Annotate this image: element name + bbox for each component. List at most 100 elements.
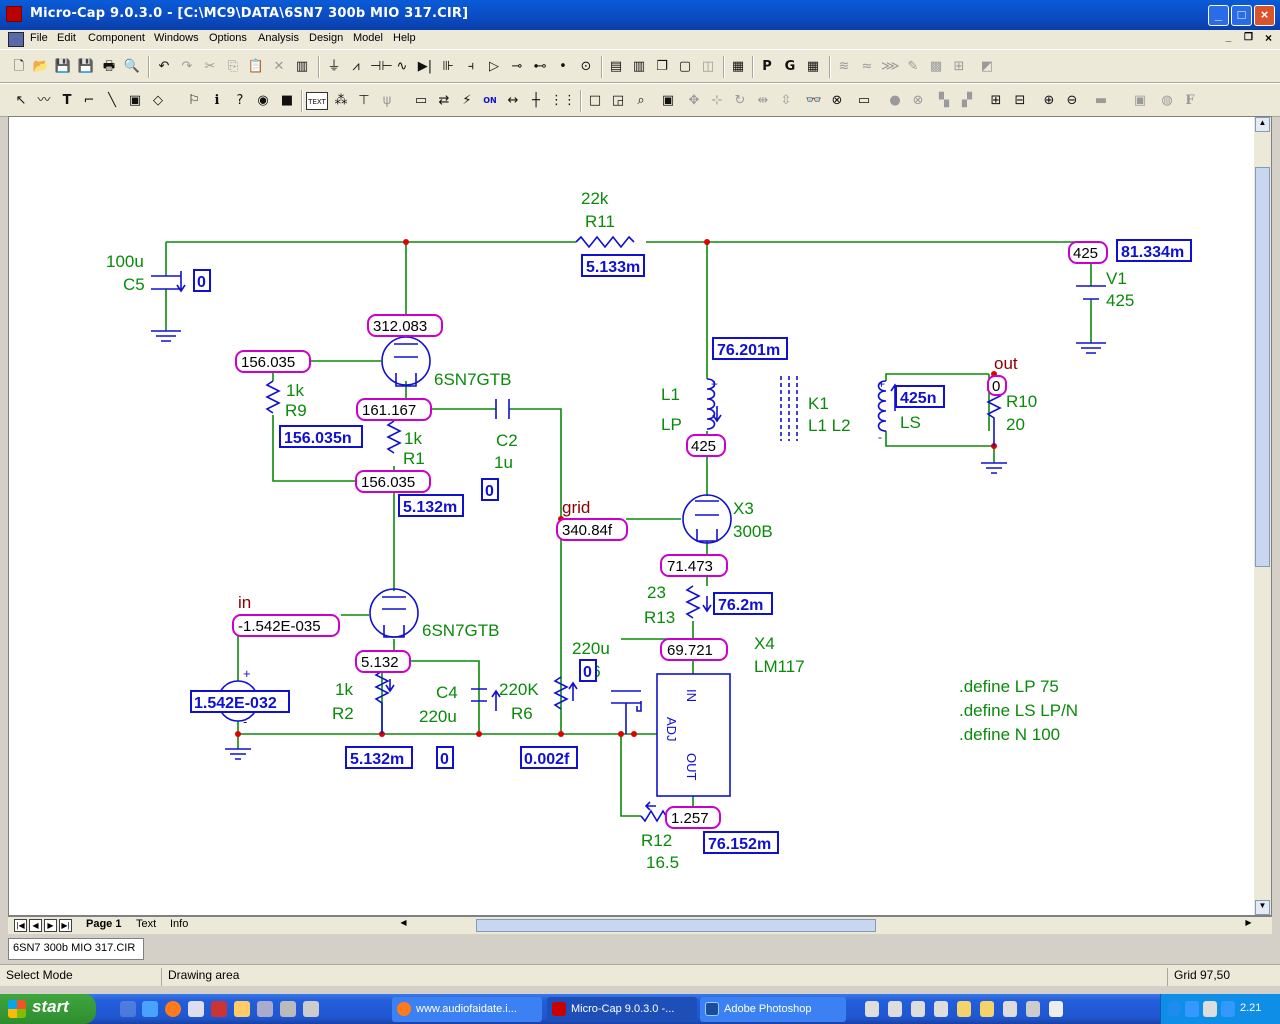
bus-icon[interactable]: ▣ xyxy=(126,92,144,110)
scroll-right-icon[interactable]: ▶ xyxy=(1241,918,1256,933)
print-icon[interactable]: 🖶 xyxy=(100,58,118,76)
menu-file[interactable]: File xyxy=(30,32,48,44)
menu-analysis[interactable]: Analysis xyxy=(258,32,299,44)
globe-icon[interactable]: ◍ xyxy=(1158,92,1176,110)
horizontal-scroll-thumb[interactable] xyxy=(476,919,876,932)
redo-icon[interactable]: ↷ xyxy=(178,58,196,76)
zoom-out-icon[interactable]: ⊖ xyxy=(1063,92,1081,110)
task-firefox[interactable]: www.audiofaidate.i... xyxy=(392,997,542,1022)
cancel-circle-icon[interactable]: ⊗ xyxy=(909,92,927,110)
split-icon[interactable]: ◫ xyxy=(699,58,717,76)
switch-icon[interactable]: ⊸ xyxy=(508,58,526,76)
close-button[interactable]: × xyxy=(1254,5,1275,26)
tile-v-icon[interactable]: ▥ xyxy=(630,58,648,76)
schematic[interactable]: 22k R11 100u C5 V1 425 6SN7GTB 6SN7GTB 1… xyxy=(9,117,1255,915)
first-page-icon[interactable]: |◀ xyxy=(14,919,27,932)
rotate-icon[interactable]: ↻ xyxy=(731,92,749,110)
media-icon[interactable] xyxy=(188,1001,204,1017)
dots-grid-icon[interactable]: ⋮⋮ xyxy=(550,92,576,110)
paste-icon[interactable]: 📋 xyxy=(247,58,265,76)
tile-h-icon[interactable]: ▤ xyxy=(607,58,625,76)
calc-icon[interactable]: ▦ xyxy=(729,58,747,76)
drive2-icon[interactable] xyxy=(888,1001,902,1017)
clear-icon[interactable]: ▥ xyxy=(293,58,311,76)
drive5-icon[interactable] xyxy=(1003,1001,1017,1017)
menu-options[interactable]: Options xyxy=(209,32,247,44)
next-page-icon[interactable]: ▶ xyxy=(44,919,57,932)
remove-page-icon[interactable]: ⊟ xyxy=(1011,92,1029,110)
ground-icon[interactable]: ⏚ xyxy=(325,58,343,76)
help-cursor-icon[interactable]: ? xyxy=(231,92,249,110)
cross-icon[interactable]: ┼ xyxy=(527,92,545,110)
npn-icon[interactable]: ⫞ xyxy=(462,58,480,76)
rectangle-icon[interactable]: □ xyxy=(586,92,604,110)
menu-component[interactable]: Component xyxy=(88,32,145,44)
task-photoshop[interactable]: Adobe Photoshop xyxy=(700,997,846,1022)
drawing-area[interactable]: 22k R11 100u C5 V1 425 6SN7GTB 6SN7GTB 1… xyxy=(8,116,1272,916)
tab-info[interactable]: Info xyxy=(170,918,188,930)
vertical-scroll-thumb[interactable] xyxy=(1255,167,1270,567)
save-icon[interactable]: 💾 xyxy=(54,58,72,76)
info-circle-icon[interactable]: ● xyxy=(886,92,904,110)
scope-icon[interactable]: ⊞ xyxy=(950,58,968,76)
child-minimize-button[interactable]: _ xyxy=(1220,31,1237,47)
drive3-icon[interactable] xyxy=(911,1001,925,1017)
flip-v-icon[interactable]: ⇳ xyxy=(777,92,795,110)
graph-icon[interactable]: ◩ xyxy=(978,58,996,76)
menu-help[interactable]: Help xyxy=(393,32,416,44)
scroll-down-icon[interactable]: ▼ xyxy=(1255,900,1270,915)
app4-icon[interactable] xyxy=(303,1001,319,1017)
probe-icon[interactable]: ⊙ xyxy=(577,58,595,76)
text-tool-icon[interactable]: T xyxy=(58,92,76,110)
pin-icon[interactable]: ψ xyxy=(378,92,396,110)
monitor-icon[interactable]: ▭ xyxy=(855,92,873,110)
copy-icon[interactable]: ⎘ xyxy=(224,58,242,76)
find-icon[interactable]: ⌕ xyxy=(632,92,650,110)
desktop-icon[interactable] xyxy=(120,1001,136,1017)
font-icon[interactable]: F xyxy=(1181,92,1199,110)
menu-model[interactable]: Model xyxy=(353,32,383,44)
current-icon[interactable]: ⇄ xyxy=(435,92,453,110)
pin-connect-icon[interactable]: ↔ xyxy=(504,92,522,110)
pen-icon[interactable]: ✎ xyxy=(904,58,922,76)
scroll-left-icon[interactable]: ◀ xyxy=(396,918,411,933)
tab-page-1[interactable]: Page 1 xyxy=(86,918,121,930)
tray-arrow-icon[interactable] xyxy=(1167,1001,1181,1017)
notepad-icon[interactable] xyxy=(1026,1001,1040,1017)
camera-icon[interactable]: ◉ xyxy=(254,92,272,110)
add-page-icon[interactable]: ⊞ xyxy=(987,92,1005,110)
power-icon[interactable]: ⚡ xyxy=(458,92,476,110)
window-icon[interactable]: ▢ xyxy=(676,58,694,76)
delete-icon[interactable]: ✕ xyxy=(270,58,288,76)
app-icon[interactable] xyxy=(211,1001,227,1017)
tray-app-icon[interactable] xyxy=(1221,1001,1235,1017)
mail-icon[interactable] xyxy=(234,1001,250,1017)
undo-icon[interactable]: ↶ xyxy=(155,58,173,76)
tray-network-icon[interactable] xyxy=(1185,1001,1199,1017)
open-icon[interactable]: 📂 xyxy=(32,58,50,76)
new-icon[interactable]: 🗋 xyxy=(10,58,28,76)
color-icon[interactable]: ▬ xyxy=(1092,92,1110,110)
battery-icon[interactable]: ⊪ xyxy=(439,58,457,76)
shapes-icon[interactable]: ◇ xyxy=(149,92,167,110)
prev-page-icon[interactable]: ◀ xyxy=(29,919,42,932)
grid-icon[interactable]: ▩ xyxy=(927,58,945,76)
app3-icon[interactable] xyxy=(280,1001,296,1017)
menu-windows[interactable]: Windows xyxy=(154,32,199,44)
flag-icon[interactable]: ⚐ xyxy=(185,92,203,110)
inductor-icon[interactable]: ∿ xyxy=(393,58,411,76)
text-mode-icon[interactable]: TEXT xyxy=(306,92,328,110)
info-icon[interactable]: i xyxy=(208,92,226,110)
wave3-icon[interactable]: ⋙ xyxy=(881,58,900,76)
print-preview-icon[interactable]: 🔍 xyxy=(123,58,141,76)
child-close-button[interactable]: × xyxy=(1260,31,1277,47)
drive4-icon[interactable] xyxy=(934,1001,948,1017)
folder-icon[interactable] xyxy=(957,1001,971,1017)
group-icon[interactable]: ▚ xyxy=(935,92,953,110)
opamp-icon[interactable]: ▷ xyxy=(485,58,503,76)
capacitor-icon[interactable]: ⊣⊢ xyxy=(370,58,393,76)
zoom-in-icon[interactable]: ⊕ xyxy=(1040,92,1058,110)
document-tab[interactable]: 6SN7 300b MIO 317.CIR xyxy=(8,938,144,960)
ortho-wire-icon[interactable]: ⌐ xyxy=(80,92,98,110)
select-arrow-icon[interactable]: ↖ xyxy=(12,92,30,110)
